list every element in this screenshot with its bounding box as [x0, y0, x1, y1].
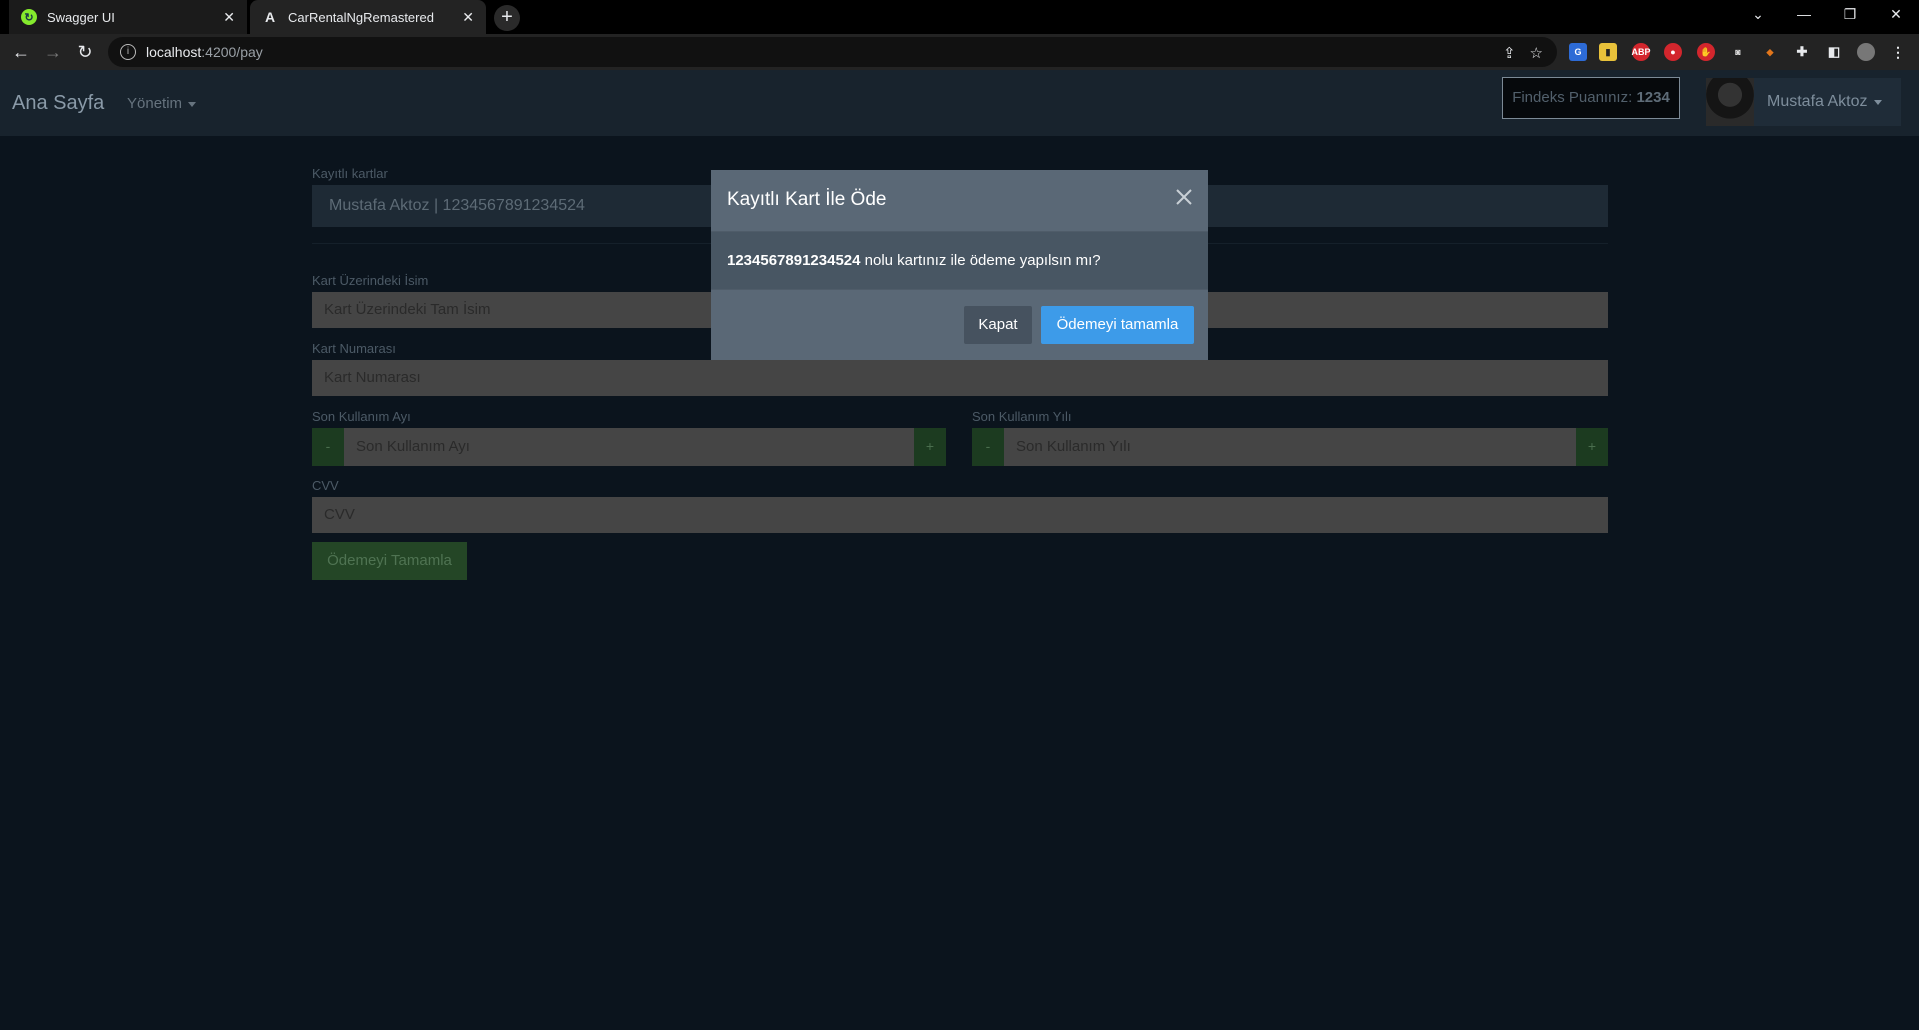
saved-cards-label: Kayıtlı kartlar — [312, 166, 388, 181]
saved-card-payment-modal: Kayıtlı Kart İle Öde 1234567891234524 no… — [711, 170, 1208, 360]
tab-title: CarRentalNgRemastered — [288, 9, 434, 25]
modal-body: 1234567891234524 nolu kartınız ile ödeme… — [711, 232, 1208, 290]
app-page: Ana Sayfa Yönetim Findeks Puanınız: 1234… — [0, 70, 1919, 1030]
lock-extension-icon[interactable]: ● — [1664, 43, 1682, 61]
browser-menu-icon[interactable]: ⋮ — [1889, 43, 1907, 61]
browser-tab-strip: ↻ Swagger UI ✕ A CarRentalNgRemastered ✕… — [0, 0, 1919, 34]
adblock-extension-icon[interactable]: ABP — [1632, 43, 1651, 61]
hand-extension-icon[interactable]: ✋ — [1697, 43, 1715, 61]
card-name-label: Kart Üzerindeki İsim — [312, 273, 429, 288]
home-link[interactable]: Ana Sayfa — [12, 92, 104, 115]
modal-card-number: 1234567891234524 — [727, 252, 861, 269]
address-bar[interactable]: i localhost:4200/pay ⇪ ☆ — [108, 37, 1557, 67]
complete-payment-button[interactable]: Ödemeyi Tamamla — [312, 542, 467, 580]
metamask-extension-icon[interactable]: ◆ — [1761, 43, 1779, 61]
tab-swagger-ui[interactable]: ↻ Swagger UI ✕ — [9, 0, 247, 34]
month-increment-button[interactable]: + — [914, 428, 946, 466]
modal-close-button[interactable]: Kapat — [964, 306, 1032, 344]
new-tab-button[interactable]: + — [494, 5, 520, 31]
swagger-icon: ↻ — [21, 9, 37, 25]
share-icon[interactable]: ⇪ — [1503, 44, 1516, 62]
caret-down-icon — [1873, 99, 1882, 105]
cvv-input[interactable]: CVV — [312, 497, 1608, 533]
reload-button[interactable]: ↻ — [71, 38, 99, 66]
cvv-label: CVV — [312, 478, 339, 493]
year-increment-button[interactable]: + — [1576, 428, 1608, 466]
close-icon[interactable]: ✕ — [223, 9, 235, 26]
side-panel-icon[interactable]: ◧ — [1825, 43, 1843, 61]
extensions-puzzle-icon[interactable]: ✚ — [1793, 43, 1811, 61]
admin-dropdown[interactable]: Yönetim — [127, 95, 197, 112]
month-decrement-button[interactable]: - — [312, 428, 344, 466]
back-button[interactable]: ← — [7, 38, 35, 66]
restore-button[interactable]: ❐ — [1827, 0, 1873, 30]
minimize-button[interactable]: — — [1781, 0, 1827, 30]
tab-car-rental[interactable]: A CarRentalNgRemastered ✕ — [250, 0, 486, 34]
bookmark-star-icon[interactable]: ☆ — [1530, 44, 1543, 62]
profile-avatar-icon[interactable] — [1857, 43, 1875, 61]
app-navbar: Ana Sayfa Yönetim Findeks Puanınız: 1234… — [0, 70, 1919, 136]
url-host: localhost — [146, 44, 202, 60]
expiry-year-label: Son Kullanım Yılı — [972, 409, 1072, 424]
modal-header: Kayıtlı Kart İle Öde — [711, 170, 1208, 232]
findeks-value: 1234 — [1636, 89, 1670, 106]
findeks-score-box: Findeks Puanınız: 1234 — [1502, 77, 1680, 119]
forward-button[interactable]: → — [39, 38, 67, 66]
site-info-icon[interactable]: i — [120, 44, 136, 60]
findeks-label: Findeks Puanınız: — [1512, 89, 1633, 106]
tab-search-icon[interactable]: ⌄ — [1735, 0, 1781, 30]
year-decrement-button[interactable]: - — [972, 428, 1004, 466]
modal-message-text: nolu kartınız ile ödeme yapılsın mı? — [860, 252, 1101, 269]
extension-icon[interactable]: ▮ — [1599, 43, 1617, 61]
expiry-month-input[interactable]: Son Kullanım Ayı — [344, 428, 914, 466]
modal-confirm-payment-button[interactable]: Ödemeyi tamamla — [1041, 306, 1194, 344]
caret-down-icon — [188, 101, 197, 107]
close-icon[interactable] — [1174, 187, 1194, 207]
modal-message: 1234567891234524 nolu kartınız ile ödeme… — [727, 252, 1101, 269]
user-name: Mustafa Aktoz — [1767, 93, 1868, 110]
window-close-button[interactable]: ✕ — [1873, 0, 1919, 30]
card-number-input[interactable]: Kart Numarası — [312, 360, 1608, 396]
avatar — [1706, 78, 1754, 126]
user-menu[interactable]: Mustafa Aktoz — [1706, 78, 1901, 126]
url-path: :4200/pay — [201, 44, 263, 60]
expiry-year-input[interactable]: Son Kullanım Yılı — [1004, 428, 1576, 466]
modal-title: Kayıtlı Kart İle Öde — [727, 189, 887, 210]
angular-icon: A — [264, 9, 276, 25]
close-icon[interactable]: ✕ — [462, 9, 474, 26]
admin-dropdown-label: Yönetim — [127, 95, 183, 112]
card-number-label: Kart Numarası — [312, 341, 396, 356]
tab-title: Swagger UI — [47, 9, 115, 25]
camera-extension-icon[interactable]: ◙ — [1729, 43, 1747, 61]
translate-extension-icon[interactable]: G — [1569, 43, 1587, 61]
expiry-month-label: Son Kullanım Ayı — [312, 409, 411, 424]
